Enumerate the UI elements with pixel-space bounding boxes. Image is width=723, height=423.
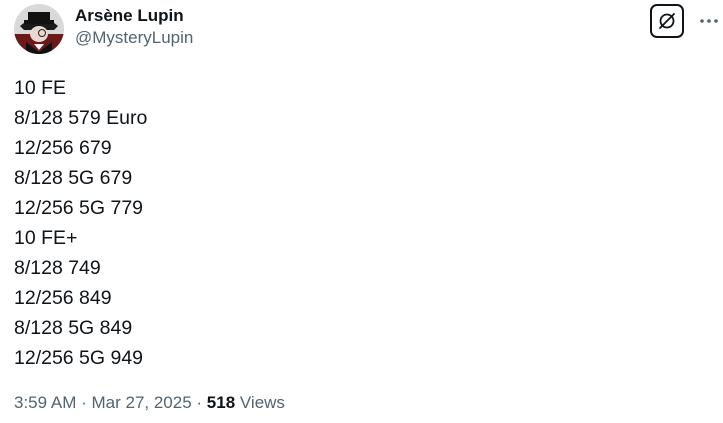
- tweet-line: 8/128 579 Euro: [14, 107, 148, 129]
- tweet-line: 8/128 5G 849: [14, 317, 133, 339]
- author-block: Arsène Lupin @MysteryLupin: [75, 6, 193, 48]
- meta-separator: ·: [191, 393, 207, 412]
- tweet: Arsène Lupin @MysteryLupin 10 FE 8/128 5…: [0, 0, 723, 423]
- author-handle[interactable]: @MysteryLupin: [75, 28, 193, 48]
- meta-separator: ·: [76, 393, 92, 412]
- tweet-line: 12/256 5G 949: [14, 347, 144, 369]
- tweet-meta: 3:59 AM · Mar 27, 2025 · 518 Views: [14, 392, 285, 414]
- author-display-name[interactable]: Arsène Lupin: [75, 6, 193, 26]
- tweet-line: 12/256 849: [14, 287, 112, 309]
- tweet-line: 8/128 5G 679: [14, 167, 133, 189]
- tweet-line: 12/256 5G 779: [14, 197, 144, 219]
- tweet-date[interactable]: Mar 27, 2025: [91, 393, 191, 412]
- grok-button[interactable]: [650, 4, 684, 38]
- avatar-image: [14, 4, 64, 54]
- tweet-line: 10 FE: [14, 77, 67, 99]
- more-icon: [700, 19, 718, 23]
- avatar[interactable]: [14, 4, 64, 54]
- grok-icon: [659, 13, 675, 29]
- tweet-line: 8/128 749: [14, 257, 101, 279]
- tweet-line: 10 FE+: [14, 227, 78, 249]
- views-count: 518: [206, 393, 236, 412]
- tweet-time[interactable]: 3:59 AM: [14, 393, 76, 412]
- tweet-text: 10 FE 8/128 579 Euro 12/256 679 8/128 5G…: [14, 73, 147, 373]
- more-button[interactable]: [696, 10, 722, 32]
- views-label: Views: [235, 393, 285, 412]
- tweet-line: 12/256 679: [14, 137, 112, 159]
